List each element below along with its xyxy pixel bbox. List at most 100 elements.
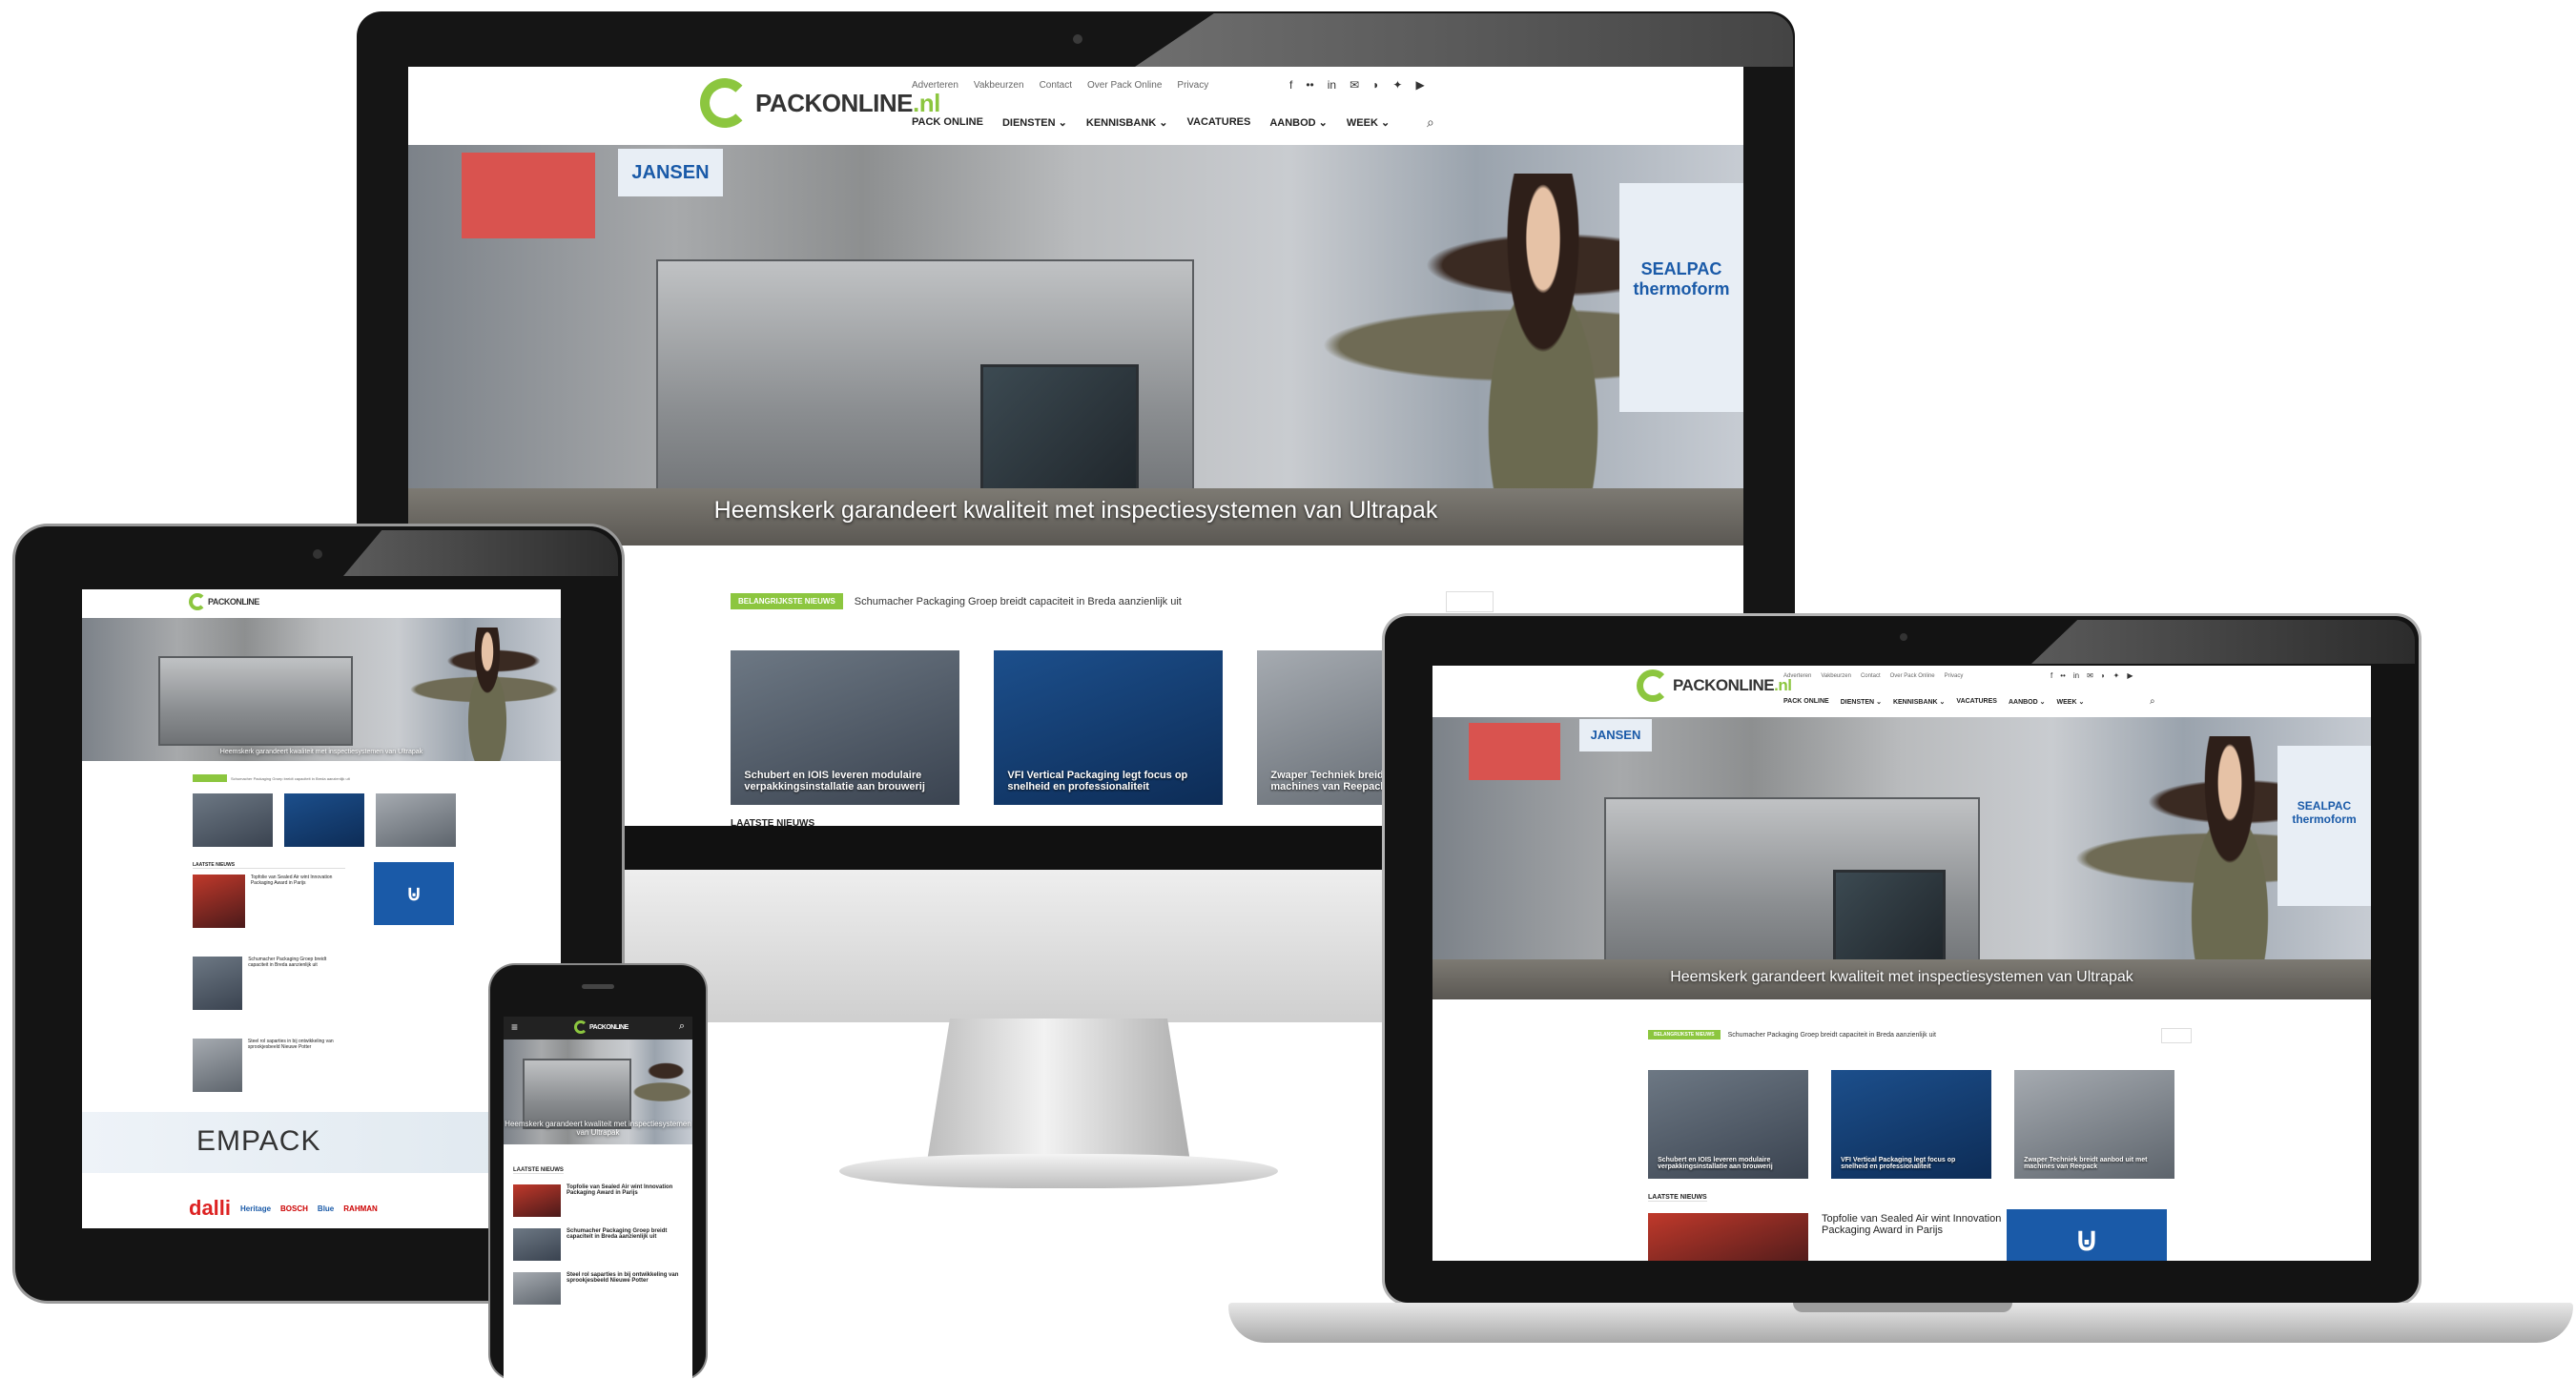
search-icon[interactable]: ⌕ [2150, 696, 2155, 707]
news-thumbnail [193, 1039, 242, 1092]
featured-cards: Schubert en IOIS leveren modulaire verpa… [731, 650, 1486, 805]
monitor-gloss [1135, 13, 1793, 67]
flickr-icon[interactable]: •• [1306, 78, 1313, 92]
nav-item-vacatures[interactable]: VACATURES [1956, 698, 1997, 706]
twitter-icon[interactable]: ✦ [1392, 78, 1402, 92]
list-item[interactable]: Schumacher Packaging Groep breidt capaci… [513, 1228, 685, 1261]
phone-speaker [582, 984, 614, 989]
featured-card[interactable]: Zwaper Techniek breidt aanbod uit met ma… [2014, 1070, 2174, 1179]
youtube-icon[interactable]: ▶ [2127, 671, 2133, 680]
rss-icon[interactable]: ◗ [1372, 78, 1379, 92]
top-menu-item[interactable]: Privacy [1945, 673, 1964, 679]
laptop-camera [1900, 633, 1907, 641]
search-icon[interactable]: ⌕ [1427, 114, 1434, 131]
ticker-headline[interactable]: Schumacher Packaging Groep breidt capaci… [231, 776, 350, 781]
hero-slider[interactable]: Heemskerk garandeert kwaliteit met inspe… [82, 618, 561, 761]
featured-card[interactable]: Schubert en IOIS leveren modulaire verpa… [731, 650, 959, 805]
nav-item-kennisbank[interactable]: KENNISBANK ⌄ [1086, 116, 1168, 129]
top-menu-item[interactable]: Privacy [1177, 80, 1208, 91]
partner-logo[interactable]: Blue [318, 1204, 334, 1213]
facebook-icon[interactable]: f [1289, 78, 1292, 92]
nav-item-kennisbank[interactable]: KENNISBANK ⌄ [1893, 698, 1945, 706]
nav-item-pack-online[interactable]: PACK ONLINE [1783, 698, 1829, 706]
hero-slider[interactable]: JANSEN SEALPAC thermoform Heemskerk gara… [408, 145, 1743, 545]
site-logo[interactable]: PACKONLINE .nl [700, 74, 940, 132]
sidebar-ad-tile[interactable]: ⊍ [374, 862, 454, 925]
mobile-header: ≡ PACKONLINE ⌕ [504, 1017, 692, 1039]
featured-card[interactable] [376, 793, 456, 847]
mail-icon[interactable]: ✉ [2087, 671, 2093, 680]
site-logo[interactable]: PACKONLINE [189, 593, 259, 610]
hero-slider[interactable]: Heemskerk garandeert kwaliteit met inspe… [504, 1039, 692, 1144]
featured-card[interactable]: Schubert en IOIS leveren modulaire verpa… [1648, 1070, 1808, 1179]
featured-cards [193, 793, 456, 847]
nav-item-vacatures[interactable]: VACATURES [1187, 116, 1251, 129]
partner-logo[interactable]: RAHMAN [343, 1204, 378, 1213]
ticker-arrows[interactable] [1446, 591, 1494, 612]
list-item[interactable]: Steel rol saparties in bij ontwikkeling … [513, 1272, 685, 1305]
nav-item-diensten[interactable]: DIENSTEN ⌄ [1841, 698, 1882, 706]
hamburger-menu-icon[interactable]: ≡ [511, 1020, 518, 1034]
search-icon[interactable]: ⌕ [679, 1020, 685, 1033]
nav-item-week[interactable]: WEEK ⌄ [1347, 116, 1390, 129]
hero-slider[interactable]: JANSEN SEALPAC thermoform Heemskerk gara… [1432, 717, 2371, 999]
woman-figure [1448, 174, 1638, 536]
partner-logo[interactable]: Heritage [240, 1204, 271, 1213]
top-menu-item[interactable]: Adverteren [1783, 673, 1811, 679]
latest-news-heading: LAATSTE NIEUWS [513, 1167, 564, 1174]
nav-item-week[interactable]: WEEK ⌄ [2057, 698, 2085, 706]
main-navigation: PACK ONLINE DIENSTEN ⌄ KENNISBANK ⌄ VACA… [1783, 698, 2084, 706]
woman-figure [454, 628, 521, 761]
top-menu-item[interactable]: Vakbeurzen [974, 80, 1024, 91]
nav-item-diensten[interactable]: DIENSTEN ⌄ [1002, 116, 1067, 129]
youtube-icon[interactable]: ▶ [1415, 78, 1424, 92]
list-item[interactable]: Topfolie van Sealed Air wint Innovation … [193, 875, 345, 928]
top-menu-item[interactable]: Contact [1040, 80, 1072, 91]
empack-banner[interactable]: EMPACK [82, 1112, 561, 1173]
news-thumbnail [193, 957, 243, 1010]
laptop-notch [1793, 1303, 2012, 1312]
nav-item-aanbod[interactable]: AANBOD ⌄ [2009, 698, 2046, 706]
featured-card[interactable]: VFI Vertical Packaging legt focus op sne… [994, 650, 1223, 805]
flickr-icon[interactable]: •• [2060, 671, 2066, 680]
logo-mark-icon [189, 593, 206, 610]
twitter-icon[interactable]: ✦ [2113, 671, 2120, 680]
ticker-headline[interactable]: Schumacher Packaging Groep breidt capaci… [1728, 1032, 1936, 1039]
ticker-headline[interactable]: Schumacher Packaging Groep breidt capaci… [855, 596, 1182, 607]
site-logo[interactable]: PACKONLINE .nl [1637, 669, 1792, 702]
list-item[interactable]: Topfolie van Sealed Air wint Innovation … [513, 1184, 685, 1217]
featured-card[interactable] [284, 793, 364, 847]
logo-mark-icon [700, 78, 750, 128]
sidebar-ad-tile[interactable]: ⊍ [2007, 1209, 2167, 1261]
top-menu-item[interactable]: Vakbeurzen [1821, 673, 1851, 679]
featured-card[interactable]: VFI Vertical Packaging legt focus op sne… [1831, 1070, 1991, 1179]
ticker-arrows[interactable] [2161, 1028, 2192, 1043]
tablet-screen: PACKONLINE Heemskerk garandeert kwalitei… [82, 589, 561, 1228]
booth-banner-red [462, 153, 595, 238]
list-item[interactable]: Schumacher Packaging Groep breidt capaci… [193, 957, 345, 1010]
linkedin-icon[interactable]: in [2073, 671, 2079, 680]
top-menu-item[interactable]: Contact [1861, 673, 1881, 679]
partner-logo[interactable]: dalli [189, 1196, 231, 1221]
latest-news-item[interactable]: Topfolie van Sealed Air wint Innovation … [1648, 1213, 2030, 1261]
rss-icon[interactable]: ◗ [2101, 671, 2106, 680]
hero-caption[interactable]: Heemskerk garandeert kwaliteit met inspe… [408, 497, 1743, 525]
nav-item-aanbod[interactable]: AANBOD ⌄ [1269, 116, 1328, 129]
nav-item-pack-online[interactable]: PACK ONLINE [912, 116, 983, 129]
partner-logo[interactable]: BOSCH [280, 1204, 308, 1213]
mail-icon[interactable]: ✉ [1350, 78, 1359, 92]
top-menu-item[interactable]: Adverteren [912, 80, 958, 91]
featured-card[interactable] [193, 793, 273, 847]
empack-logo: EMPACK [196, 1125, 321, 1157]
facebook-icon[interactable]: f [2050, 671, 2052, 680]
top-menu-item[interactable]: Over Pack Online [1890, 673, 1935, 679]
tablet-gloss [343, 530, 618, 576]
inspection-machine [523, 1059, 631, 1129]
top-menu-item[interactable]: Over Pack Online [1087, 80, 1162, 91]
list-item[interactable]: Steel rol saparties in bij ontwikkeling … [193, 1039, 345, 1092]
booth-banner-jansen: JANSEN [1579, 719, 1652, 751]
hero-caption: Heemskerk garandeert kwaliteit met inspe… [505, 1120, 691, 1137]
card-title: Schubert en IOIS leveren modulaire verpa… [1658, 1156, 1773, 1170]
linkedin-icon[interactable]: in [1328, 78, 1336, 92]
site-logo[interactable]: PACKONLINE [574, 1020, 629, 1034]
